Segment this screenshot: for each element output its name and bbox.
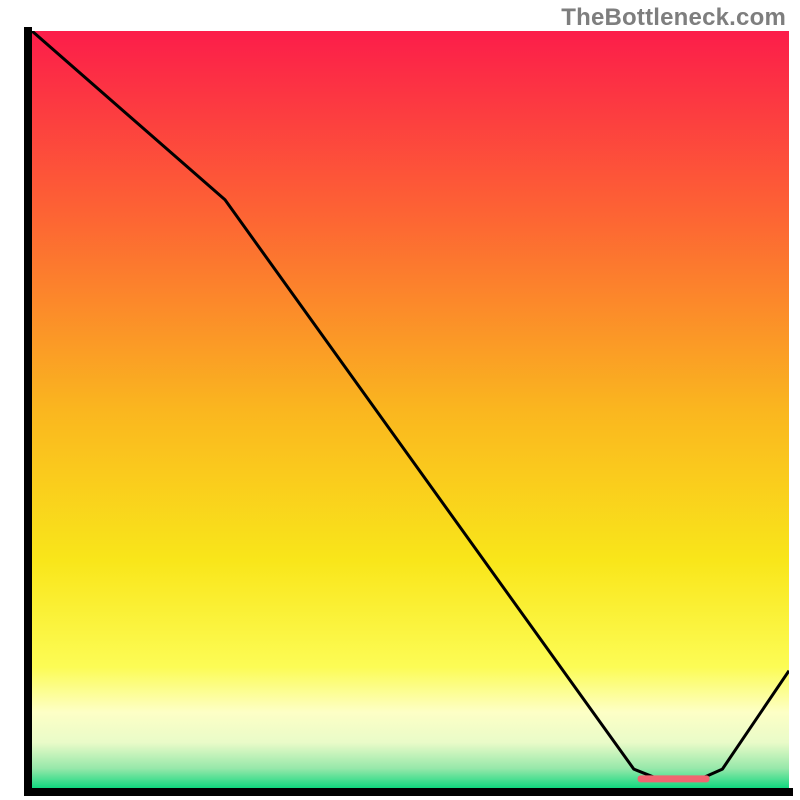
minimum-marker <box>638 775 710 782</box>
chart-stage: TheBottleneck.com <box>0 0 800 800</box>
plot-background <box>32 31 789 788</box>
bottleneck-chart <box>0 0 800 800</box>
watermark: TheBottleneck.com <box>561 4 786 32</box>
